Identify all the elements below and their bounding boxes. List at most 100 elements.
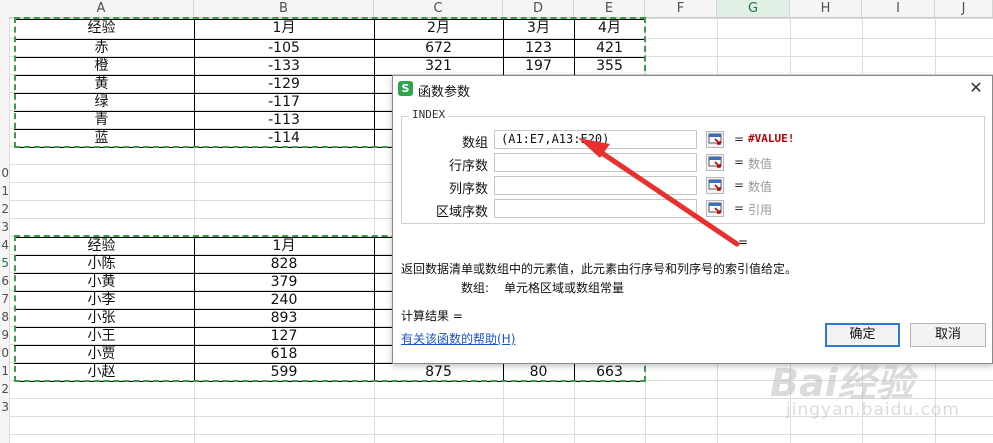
table-cell[interactable]: -117 (194, 93, 374, 111)
row-header[interactable]: 7 (0, 290, 9, 308)
cancel-button[interactable]: 取消 (910, 323, 986, 347)
table-cell[interactable]: 321 (374, 57, 503, 75)
column-header-c[interactable]: C (374, 0, 503, 18)
column-header-g[interactable]: G (717, 0, 790, 18)
table-cell[interactable]: 小黄 (9, 273, 194, 291)
table-cell[interactable]: -105 (194, 39, 374, 57)
table-cell[interactable]: 橙 (9, 57, 194, 75)
table-cell[interactable]: -113 (194, 111, 374, 129)
row-header[interactable]: 3 (0, 218, 9, 236)
param-label: 区域序数 (435, 205, 488, 220)
table-cell[interactable]: 379 (194, 273, 374, 291)
table-cell[interactable]: 663 (574, 363, 645, 381)
row-header[interactable]: 2 (0, 380, 9, 398)
table-cell[interactable]: 875 (374, 363, 503, 381)
table-header-cell[interactable]: 经验 (9, 237, 194, 255)
function-help-link[interactable]: 有关该函数的帮助(H) (401, 330, 515, 347)
param-result: 引用 (748, 203, 773, 217)
row-header[interactable]: 1 (0, 182, 9, 200)
overall-result-equals: = (738, 235, 749, 249)
table-cell[interactable]: 127 (194, 327, 374, 345)
table-cell[interactable]: 蓝 (9, 129, 194, 147)
table-cell[interactable]: -129 (194, 75, 374, 93)
table-cell[interactable]: 小赵 (9, 363, 194, 381)
table-header-cell[interactable]: 4月 (574, 19, 645, 37)
range-select-icon[interactable] (706, 200, 724, 217)
column-header-d[interactable]: D (503, 0, 574, 18)
table-cell[interactable]: 828 (194, 255, 374, 273)
table-cell[interactable]: 绿 (9, 93, 194, 111)
table-cell[interactable]: 青 (9, 111, 194, 129)
table-cell[interactable]: 197 (503, 57, 574, 75)
table-cell[interactable]: 123 (503, 39, 574, 57)
function-name-label: INDEX (409, 108, 449, 121)
row-header[interactable] (0, 18, 9, 36)
row-header[interactable]: 8 (0, 308, 9, 326)
row-header[interactable]: 3 (0, 398, 9, 416)
table-cell[interactable]: 421 (574, 39, 645, 57)
param-equals: = (734, 201, 745, 215)
row-header[interactable]: 2 (0, 200, 9, 218)
column-header-i[interactable]: I (862, 0, 935, 18)
row-header[interactable]: 0 (0, 164, 9, 182)
table-cell[interactable]: 小王 (9, 327, 194, 345)
table-cell[interactable]: 893 (194, 309, 374, 327)
function-arguments-dialog: S 函数参数 ✕ INDEX 数组 (A1:E7,A13:E20) = #VALUE!… (392, 75, 993, 364)
param-equals: = (734, 155, 745, 169)
row-header[interactable] (0, 110, 9, 128)
table-cell[interactable]: 618 (194, 345, 374, 363)
row-header[interactable] (0, 38, 9, 56)
row-header[interactable]: 4 (0, 236, 9, 254)
table-cell[interactable]: 80 (503, 363, 574, 381)
param-input[interactable] (494, 153, 697, 172)
row-header[interactable]: 0 (0, 344, 9, 362)
param-label: 列序数 (448, 182, 488, 197)
table-cell[interactable]: 599 (194, 363, 374, 381)
param-input[interactable] (494, 176, 697, 195)
table-header-cell[interactable]: 3月 (503, 19, 574, 37)
table-cell[interactable]: 240 (194, 291, 374, 309)
row-header[interactable] (0, 92, 9, 110)
table-cell[interactable]: -133 (194, 57, 374, 75)
table-cell[interactable]: 672 (374, 39, 503, 57)
dialog-title: 函数参数 (418, 85, 471, 100)
row-header[interactable]: 9 (0, 326, 9, 344)
ok-button[interactable]: 确定 (825, 323, 900, 347)
table-cell[interactable]: 小陈 (9, 255, 194, 273)
close-icon[interactable]: ✕ (966, 78, 986, 98)
table-cell[interactable]: 小李 (9, 291, 194, 309)
range-select-icon[interactable] (706, 177, 724, 194)
table-cell[interactable]: 小贾 (9, 345, 194, 363)
gridline-horizontal (9, 434, 993, 435)
table-header-cell[interactable]: 1月 (194, 19, 374, 37)
table-cell[interactable]: 赤 (9, 39, 194, 57)
row-header[interactable]: 6 (0, 272, 9, 290)
column-header-h[interactable]: H (790, 0, 862, 18)
row-header[interactable]: 1 (0, 362, 9, 380)
table-cell[interactable]: 小张 (9, 309, 194, 327)
table-cell[interactable]: 黄 (9, 75, 194, 93)
param-equals: = (734, 132, 745, 146)
row-header[interactable] (0, 128, 9, 146)
column-header-f[interactable]: F (645, 0, 717, 18)
column-header-e[interactable]: E (574, 0, 645, 18)
range-select-icon[interactable] (706, 131, 724, 148)
param-input[interactable]: (A1:E7,A13:E20) (494, 130, 697, 149)
table-cell[interactable]: 355 (574, 57, 645, 75)
table-header-cell[interactable]: 2月 (374, 19, 503, 37)
param-input[interactable] (494, 199, 697, 218)
param-result: #VALUE! (748, 132, 795, 145)
range-select-icon[interactable] (706, 154, 724, 171)
row-header[interactable] (0, 56, 9, 74)
dialog-title-bar[interactable]: S 函数参数 ✕ (393, 76, 992, 102)
column-header-a[interactable]: A (9, 0, 194, 18)
param-equals: = (734, 178, 745, 192)
row-header[interactable] (0, 74, 9, 92)
row-header[interactable] (0, 146, 9, 164)
column-header-b[interactable]: B (194, 0, 374, 18)
column-header-j[interactable]: J (935, 0, 993, 18)
table-header-cell[interactable]: 经验 (9, 19, 194, 37)
table-cell[interactable]: -114 (194, 129, 374, 147)
table-header-cell[interactable]: 1月 (194, 237, 374, 255)
row-header[interactable]: 5 (0, 254, 9, 272)
